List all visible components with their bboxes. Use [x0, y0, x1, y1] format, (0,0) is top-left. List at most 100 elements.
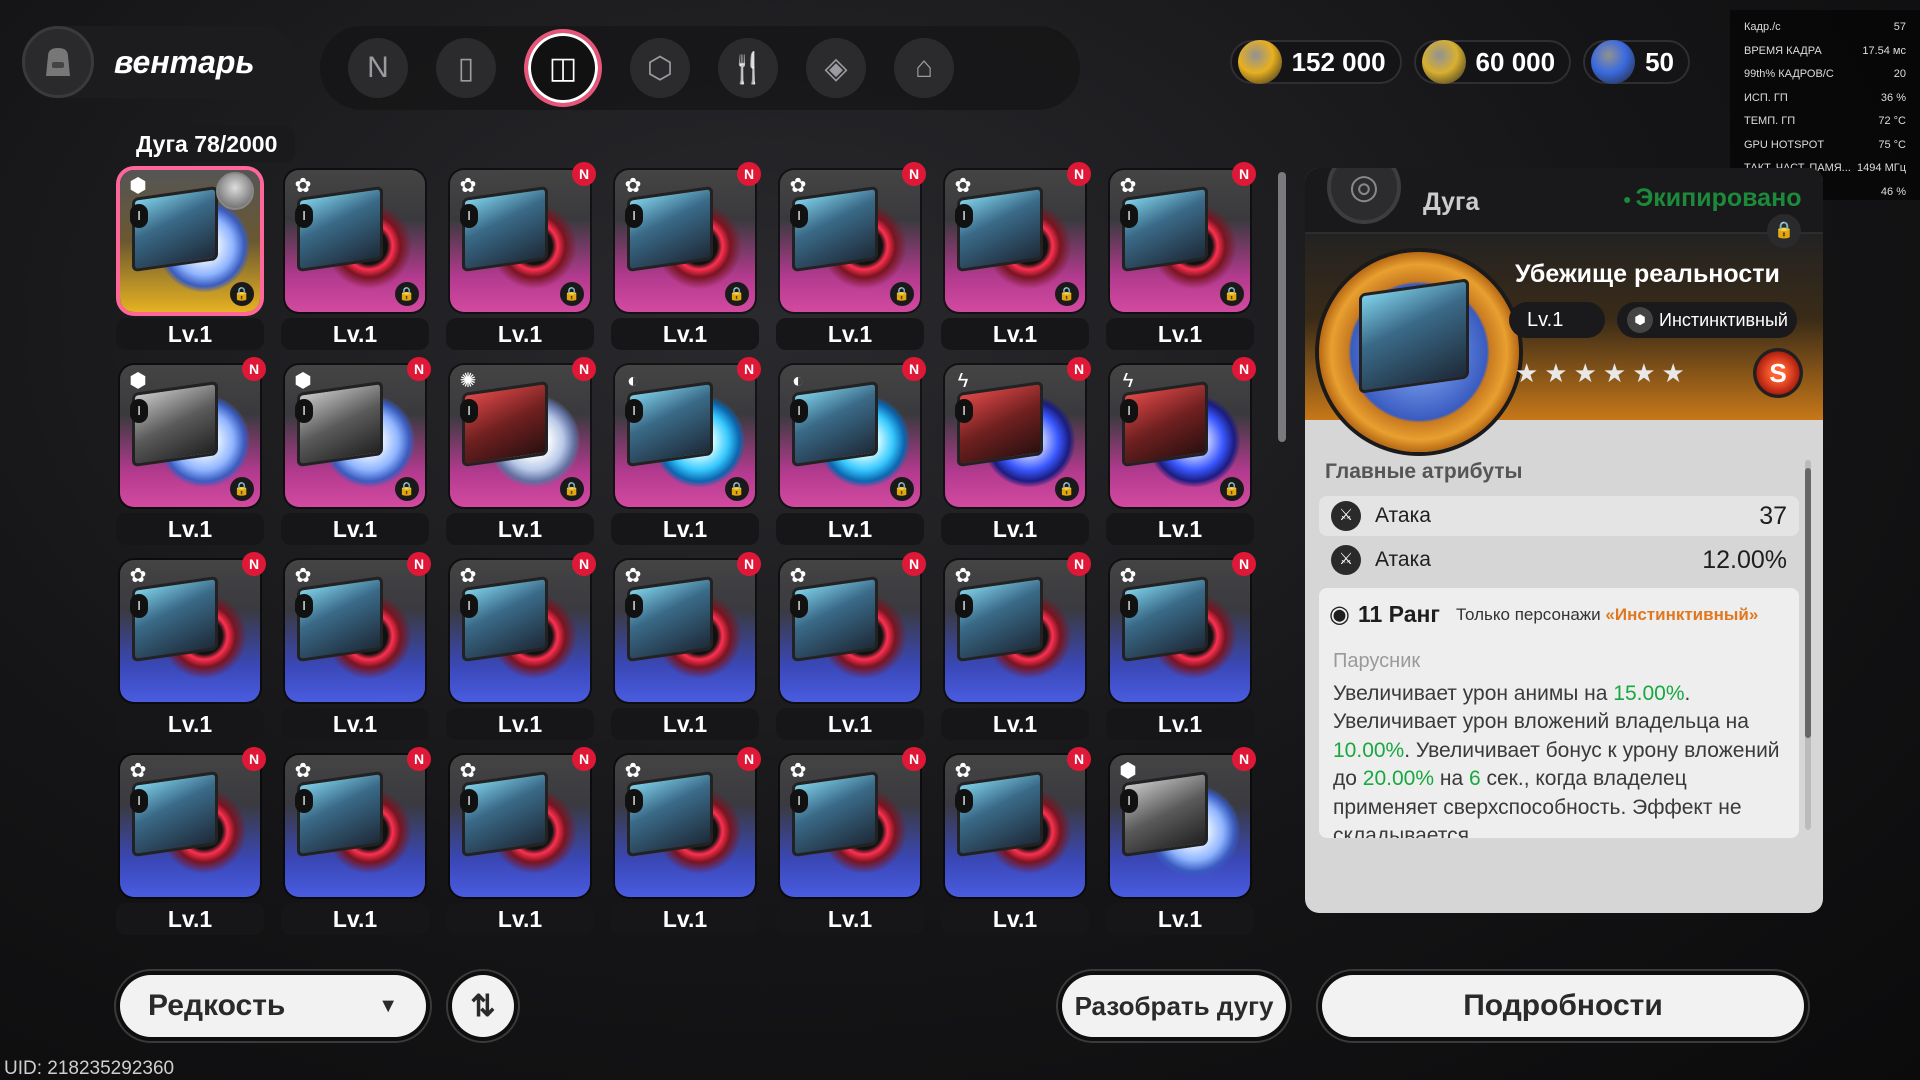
inventory-item[interactable]: ✿ I N Lv.1: [116, 552, 266, 742]
item-card: ✿ I 🔒: [450, 170, 590, 312]
lock-icon: 🔒: [560, 282, 584, 306]
lock-icon: 🔒: [1055, 477, 1079, 501]
inventory-item[interactable]: ✿ I N Lv.1: [1106, 552, 1256, 742]
inventory-item[interactable]: ◐ I 🔒 N Lv.1: [611, 357, 761, 547]
cover-art: [132, 185, 218, 273]
element-type-icon: ⬢: [129, 175, 147, 197]
backpack-icon[interactable]: [22, 26, 94, 98]
new-badge: N: [1067, 162, 1091, 186]
disc-icon[interactable]: ◫: [524, 29, 602, 107]
perf-key: ТЕМП. ГП: [1744, 115, 1796, 127]
cover-art: [462, 575, 548, 663]
inventory-item[interactable]: ✿ I 🔒 N Lv.1: [776, 162, 926, 352]
rank-badge: I: [130, 594, 148, 618]
inventory-item[interactable]: ✿ I N Lv.1: [776, 747, 926, 937]
grid-scrollbar-thumb[interactable]: [1278, 172, 1286, 442]
element-type-icon: ✺: [459, 370, 477, 392]
cover-art: [957, 575, 1043, 663]
skill-value: 15.00%: [1613, 682, 1685, 705]
cover-art: [1122, 185, 1208, 273]
perf-value: 75 °C: [1878, 138, 1906, 151]
inventory-item[interactable]: ✿ I N Lv.1: [776, 552, 926, 742]
new-badge: N: [572, 162, 596, 186]
inventory-item[interactable]: ✿ I N Lv.1: [281, 552, 431, 742]
item-level: Lv.1: [611, 513, 759, 545]
sort-order-button[interactable]: ⇅: [452, 975, 514, 1037]
skill-name: Парусник: [1333, 650, 1421, 672]
inventory-item[interactable]: ✿ I N Lv.1: [116, 747, 266, 937]
inventory-item[interactable]: ✿ I N Lv.1: [941, 747, 1091, 937]
inventory-item[interactable]: ✿ I N Lv.1: [446, 552, 596, 742]
inventory-item[interactable]: ✺ I 🔒 N Lv.1: [446, 357, 596, 547]
home-icon[interactable]: ⌂: [894, 38, 954, 98]
perf-value: 72 °C: [1878, 115, 1906, 127]
gold-coin-icon: [1237, 40, 1282, 84]
new-badge: N: [242, 747, 266, 771]
n-logo-icon[interactable]: N: [348, 38, 408, 98]
inventory-item[interactable]: ✿ I 🔒 N Lv.1: [941, 162, 1091, 352]
rank-badge: I: [790, 594, 808, 618]
perf-row: ИСП. ГП 36 %: [1744, 87, 1906, 111]
inventory-item[interactable]: ⬢ I N Lv.1: [1106, 747, 1256, 937]
ticket-currency[interactable]: 60 000: [1413, 40, 1572, 84]
element-type-icon: ✿: [789, 175, 807, 197]
inventory-item[interactable]: ⬢ I 🔒 N Lv.1: [281, 357, 431, 547]
lock-icon[interactable]: 🔒: [1767, 214, 1801, 248]
dismantle-button[interactable]: Разобрать дугу: [1062, 975, 1286, 1037]
inventory-item[interactable]: ✿ I 🔒 N Lv.1: [446, 162, 596, 352]
inventory-item[interactable]: ✿ I 🔒 Lv.1: [281, 166, 429, 352]
rank-badge: I: [460, 789, 478, 813]
item-card: ✿ I: [780, 755, 920, 897]
attr-name: Атака: [1375, 504, 1431, 527]
device-icon[interactable]: ▯: [436, 38, 496, 98]
gold-coin-currency[interactable]: 152 000: [1229, 40, 1402, 84]
perf-value: 17.54 мс: [1862, 44, 1906, 57]
blue-gem-currency[interactable]: 50: [1583, 40, 1690, 84]
detail-scrollbar-thumb[interactable]: [1805, 468, 1811, 738]
grid-scrollbar[interactable]: [1278, 162, 1286, 932]
item-card: ⬢ I 🔒: [120, 170, 260, 312]
inventory-item[interactable]: ⬢ I 🔒 Lv.1: [116, 166, 264, 352]
details-button[interactable]: Подробности: [1322, 975, 1804, 1037]
perf-row: Кадр./с 57: [1744, 16, 1906, 40]
inventory-item[interactable]: ✿ I 🔒 N Lv.1: [611, 162, 761, 352]
perf-row: GPU HOTSPOT 75 °C: [1744, 134, 1906, 158]
inventory-item[interactable]: ✿ I N Lv.1: [446, 747, 596, 937]
cube-icon[interactable]: ⬡: [630, 38, 690, 98]
rank-badge: I: [955, 204, 973, 228]
inventory-item[interactable]: ⬢ I 🔒 N Lv.1: [116, 357, 266, 547]
inventory-item[interactable]: ✿ I N Lv.1: [941, 552, 1091, 742]
cutlery-icon[interactable]: 🍴: [718, 38, 778, 98]
item-level: Lv.1: [611, 708, 759, 740]
item-level: Lv.1: [446, 903, 594, 935]
inventory-item[interactable]: ◐ I 🔒 N Lv.1: [776, 357, 926, 547]
inventory-item[interactable]: ✿ I N Lv.1: [281, 747, 431, 937]
item-level: Lv.1: [941, 903, 1089, 935]
new-badge: N: [1067, 552, 1091, 576]
new-badge: N: [902, 552, 926, 576]
item-card: ✿ I: [120, 560, 260, 702]
detail-scrollbar[interactable]: [1805, 460, 1811, 830]
inventory-item[interactable]: ✿ I 🔒 N Lv.1: [1106, 162, 1256, 352]
item-card: ⬢ I 🔒: [120, 365, 260, 507]
inventory-item[interactable]: ✿ I N Lv.1: [611, 552, 761, 742]
sort-rarity-dropdown[interactable]: Редкость ▼: [120, 975, 426, 1037]
lock-icon: 🔒: [1220, 282, 1244, 306]
rank-badge: I: [790, 204, 808, 228]
rank-badge: I: [130, 399, 148, 423]
instinct-class-icon: ⬢: [1627, 307, 1653, 333]
perf-key: ВРЕМЯ КАДРА: [1744, 44, 1822, 57]
perf-value: 57: [1893, 21, 1906, 33]
inventory-item[interactable]: ϟ I 🔒 N Lv.1: [941, 357, 1091, 547]
item-card: ◐ I 🔒: [615, 365, 755, 507]
element-type-icon: ✿: [789, 760, 807, 782]
rank-badge: I: [1120, 594, 1138, 618]
item-card: ϟ I 🔒: [945, 365, 1085, 507]
rank-badge: I: [460, 204, 478, 228]
skill-value: 6: [1468, 767, 1481, 791]
package-icon[interactable]: ◈: [806, 38, 866, 98]
inventory-item[interactable]: ✿ I N Lv.1: [611, 747, 761, 937]
inventory-item[interactable]: ϟ I 🔒 N Lv.1: [1106, 357, 1256, 547]
item-level: Lv.1: [446, 708, 594, 740]
new-badge: N: [902, 162, 926, 186]
